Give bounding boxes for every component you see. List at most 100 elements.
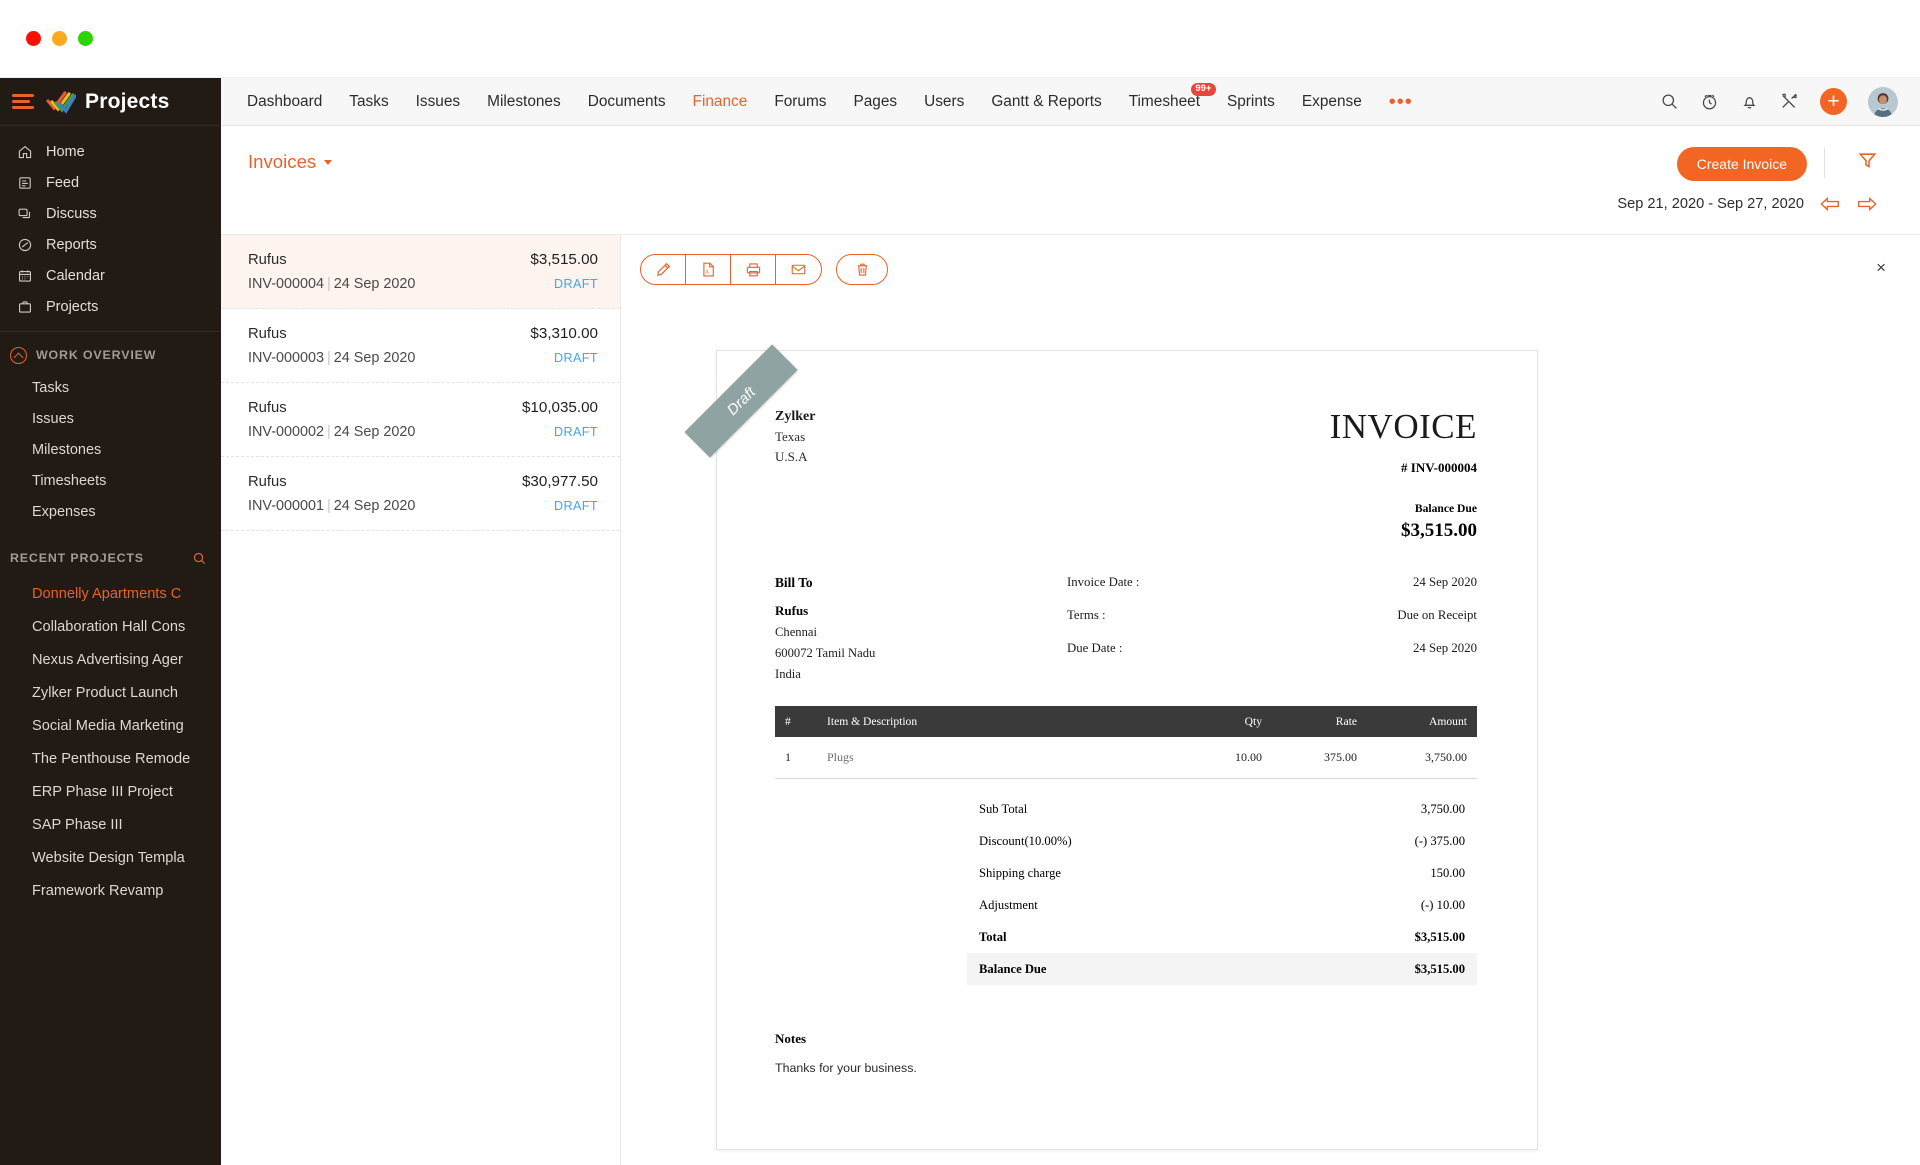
close-icon[interactable]: × <box>1876 259 1886 276</box>
discuss-icon <box>14 205 36 223</box>
recent-project-item[interactable]: ERP Phase III Project <box>0 775 221 808</box>
recent-project-item[interactable]: Collaboration Hall Cons <box>0 610 221 643</box>
bell-icon[interactable] <box>1740 92 1759 111</box>
avatar[interactable] <box>1868 87 1898 117</box>
sidebar-item-milestones[interactable]: Milestones <box>0 434 221 465</box>
recent-project-item[interactable]: Framework Revamp <box>0 874 221 907</box>
more-tabs-icon[interactable]: ••• <box>1389 96 1413 108</box>
tab-issues[interactable]: Issues <box>416 93 460 111</box>
invoice-header: Zylker Texas U.S.A INVOICE # INV-000004 … <box>775 409 1477 542</box>
line-items-table: # Item & Description Qty Rate Amount 1 P… <box>775 706 1477 779</box>
invoice-document: Draft Zylker Texas U.S.A INVOICE # INV-0… <box>716 350 1538 1150</box>
arrow-right-icon[interactable] <box>1856 196 1878 212</box>
projects-logo-icon <box>46 90 76 114</box>
total-label: Balance Due <box>979 962 1047 977</box>
tab-milestones[interactable]: Milestones <box>487 93 561 111</box>
sidebar-item-tasks[interactable]: Tasks <box>0 372 221 403</box>
recent-project-item[interactable]: Social Media Marketing <box>0 709 221 742</box>
tab-pages[interactable]: Pages <box>853 93 897 111</box>
timer-icon[interactable] <box>1700 92 1719 111</box>
business-name: Zylker <box>775 409 815 425</box>
work-overview-header[interactable]: WORK OVERVIEW <box>0 338 221 372</box>
total-label: Adjustment <box>979 898 1038 913</box>
tab-label: Finance <box>693 93 748 110</box>
sidebar-item-discuss[interactable]: Discuss <box>0 198 221 229</box>
tab-gantt-reports[interactable]: Gantt & Reports <box>991 93 1101 111</box>
app-window: Projects Home Feed <box>0 0 1920 1165</box>
sidebar-item-timesheets[interactable]: Timesheets <box>0 465 221 496</box>
sidebar-item-reports[interactable]: Reports <box>0 229 221 260</box>
tab-expense[interactable]: Expense <box>1302 93 1362 111</box>
page-title[interactable]: Invoices <box>248 151 332 173</box>
tab-finance[interactable]: Finance <box>693 93 748 111</box>
pdf-icon[interactable]: A <box>686 255 731 284</box>
business-state: Texas <box>775 429 815 445</box>
total-label: Discount(10.00%) <box>979 834 1072 849</box>
tab-tasks[interactable]: Tasks <box>349 93 388 111</box>
invoice-amount: $3,310.00 <box>530 325 598 342</box>
tab-label: Forums <box>774 93 826 110</box>
recent-project-item[interactable]: Website Design Templa <box>0 841 221 874</box>
tab-dashboard[interactable]: Dashboard <box>247 93 322 111</box>
recent-project-label: Zylker Product Launch <box>32 685 178 701</box>
sidebar-item-label: Discuss <box>46 206 97 222</box>
search-icon[interactable] <box>1660 92 1679 111</box>
tab-label: Users <box>924 93 964 110</box>
invoice-date-row: Invoice Date : 24 Sep 2020 <box>1067 575 1477 590</box>
tab-timesheet[interactable]: Timesheet 99+ <box>1129 93 1200 111</box>
invoice-list-item[interactable]: Rufus $3,515.00 INV-000004|24 Sep 2020 D… <box>221 235 620 309</box>
print-icon[interactable] <box>731 255 776 284</box>
balance-due-amount: $3,515.00 <box>1330 520 1477 542</box>
recent-project-item[interactable]: SAP Phase III <box>0 808 221 841</box>
sidebar-item-calendar[interactable]: Calendar <box>0 260 221 291</box>
edit-icon[interactable] <box>641 255 686 284</box>
invoice-list-item[interactable]: Rufus $30,977.50 INV-000001|24 Sep 2020 … <box>221 457 620 531</box>
create-invoice-button[interactable]: Create Invoice <box>1677 147 1807 181</box>
tools-icon[interactable] <box>1780 92 1799 111</box>
delete-icon[interactable] <box>836 254 888 285</box>
sidebar-item-issues[interactable]: Issues <box>0 403 221 434</box>
search-icon[interactable] <box>192 551 207 566</box>
total-label: Sub Total <box>979 802 1027 817</box>
invoice-action-group: A <box>640 254 822 285</box>
recent-project-item[interactable]: Zylker Product Launch <box>0 676 221 709</box>
reports-icon <box>14 236 36 254</box>
col-description: Item & Description <box>817 706 1177 737</box>
total-value: 3,750.00 <box>1421 802 1465 817</box>
tab-forums[interactable]: Forums <box>774 93 826 111</box>
recent-project-item[interactable]: Nexus Advertising Ager <box>0 643 221 676</box>
invoice-date: 24 Sep 2020 <box>334 498 416 514</box>
window-close-dot[interactable] <box>26 31 41 46</box>
total-value: (-) 375.00 <box>1415 834 1465 849</box>
invoice-amount: $30,977.50 <box>522 473 598 490</box>
email-icon[interactable] <box>776 255 821 284</box>
sidebar-item-label: Feed <box>46 175 79 191</box>
tab-users[interactable]: Users <box>924 93 964 111</box>
tab-label: Gantt & Reports <box>991 93 1101 110</box>
sidebar-item-home[interactable]: Home <box>0 136 221 167</box>
page-title-text: Invoices <box>248 151 316 173</box>
filter-icon[interactable] <box>1857 150 1878 176</box>
sidebar-item-expenses[interactable]: Expenses <box>0 496 221 527</box>
total-row-subtotal: Sub Total 3,750.00 <box>967 793 1477 825</box>
calendar-icon <box>14 267 36 285</box>
arrow-left-icon[interactable] <box>1819 196 1841 212</box>
sidebar-item-projects[interactable]: Projects <box>0 291 221 322</box>
window-maximize-dot[interactable] <box>78 31 93 46</box>
invoice-list-item[interactable]: Rufus $10,035.00 INV-000002|24 Sep 2020 … <box>221 383 620 457</box>
tab-sprints[interactable]: Sprints <box>1227 93 1275 111</box>
table-body: 1 Plugs 10.00 375.00 3,750.00 <box>775 737 1477 779</box>
add-icon[interactable] <box>1820 88 1847 115</box>
window-minimize-dot[interactable] <box>52 31 67 46</box>
tab-documents[interactable]: Documents <box>588 93 666 111</box>
recent-project-item[interactable]: The Penthouse Remode <box>0 742 221 775</box>
sidebar-item-feed[interactable]: Feed <box>0 167 221 198</box>
col-rate: Rate <box>1272 706 1367 737</box>
hamburger-menu-icon[interactable] <box>12 91 34 113</box>
recent-project-item[interactable]: Donnelly Apartments C <box>0 577 221 610</box>
recent-project-label: Social Media Marketing <box>32 718 184 734</box>
invoice-list[interactable]: Rufus $3,515.00 INV-000004|24 Sep 2020 D… <box>221 235 621 1165</box>
invoice-list-item[interactable]: Rufus $3,310.00 INV-000003|24 Sep 2020 D… <box>221 309 620 383</box>
invoice-meta: INV-000004|24 Sep 2020 <box>248 276 415 292</box>
invoice-customer: Rufus <box>248 400 287 416</box>
